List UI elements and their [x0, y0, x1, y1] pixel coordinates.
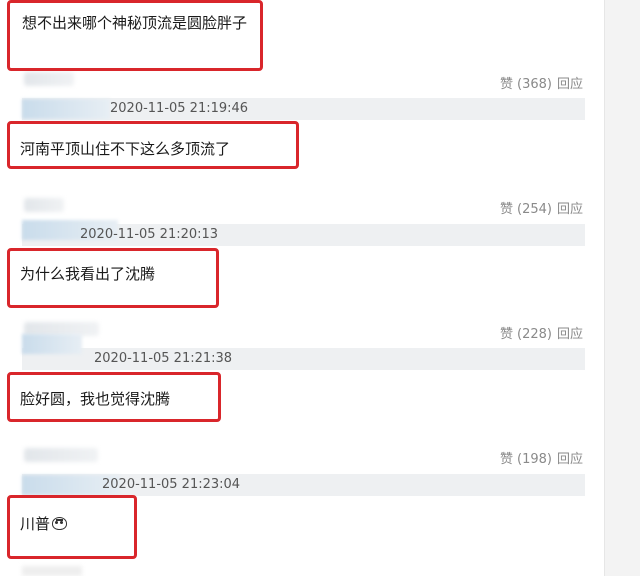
- blurred-avatar: [22, 334, 82, 354]
- clipped-next-comment: [22, 566, 82, 576]
- comment-timestamp: 2020-11-05 21:19:46: [110, 101, 249, 116]
- like-button[interactable]: 赞 (368): [500, 73, 552, 92]
- like-button[interactable]: 赞 (198): [500, 448, 552, 467]
- highlight-box: [7, 0, 263, 71]
- reply-button[interactable]: 回应: [557, 73, 583, 92]
- blurred-username: [24, 198, 64, 212]
- blurred-avatar: [22, 99, 110, 119]
- highlight-box: [7, 248, 219, 308]
- blurred-username: [24, 448, 98, 462]
- comment-timestamp: 2020-11-05 21:21:38: [94, 351, 233, 366]
- blurred-username: [24, 72, 74, 86]
- reply-button[interactable]: 回应: [557, 323, 583, 342]
- comment-timestamp: 2020-11-05 21:23:04: [102, 477, 241, 492]
- like-button[interactable]: 赞 (228): [500, 323, 552, 342]
- like-button[interactable]: 赞 (254): [500, 198, 552, 217]
- page-right-rail: [604, 0, 640, 576]
- reply-button[interactable]: 回应: [557, 448, 583, 467]
- reply-button[interactable]: 回应: [557, 198, 583, 217]
- highlight-box: [7, 495, 137, 559]
- comment-timestamp: 2020-11-05 21:20:13: [80, 227, 219, 242]
- highlight-box: [7, 372, 221, 422]
- highlight-box: [7, 121, 299, 169]
